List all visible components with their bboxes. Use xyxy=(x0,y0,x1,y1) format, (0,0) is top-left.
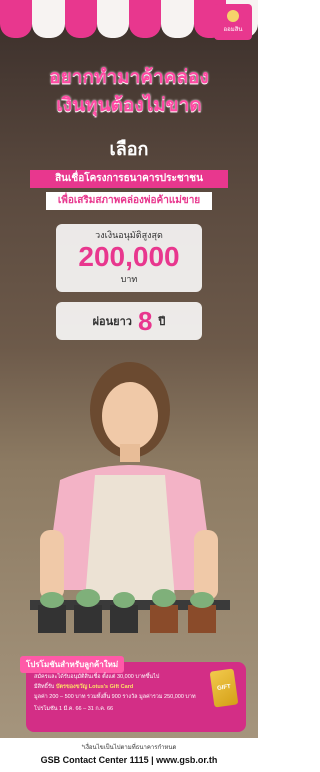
contact-info[interactable]: GSB Contact Center 1115 | www.gsb.or.th xyxy=(0,755,258,765)
footer: *เงื่อนไขเป็นไปตามที่ธนาคารกำหนด GSB Con… xyxy=(0,738,258,772)
term-prefix: ผ่อนยาว xyxy=(92,316,132,328)
promotion-line1: สมัครและได้รับอนุมัติสินเชื่อ ตั้งแต่ 30… xyxy=(34,674,160,680)
promotion-line3: มูลค่า 200 – 500 บาท รวมทั้งสิ้น 900 ราง… xyxy=(34,694,196,700)
awning-stripe xyxy=(161,0,194,38)
promotion-title: โปรโมชันสำหรับลูกค้าใหม่ xyxy=(20,656,125,673)
term-value: 8 xyxy=(137,305,153,336)
headline-line1: อยากทำมาค้าคล่อง xyxy=(49,67,209,88)
promotion-box: โปรโมชันสำหรับลูกค้าใหม่ สมัครและได้รับอ… xyxy=(20,656,246,732)
vendor-woman-photo xyxy=(30,362,230,633)
awning-stripe xyxy=(0,0,33,38)
term-box: ผ่อนยาว 8 ปี xyxy=(56,302,202,340)
promotion-line2: มีสิทธิ์รับ บัตรของขวัญ Lotus's Gift Car… xyxy=(34,684,133,691)
awning-stripe xyxy=(129,0,162,38)
gsb-logo: ออมสิน xyxy=(214,4,252,40)
gift-card-icon: GIFT xyxy=(209,668,239,708)
amount-value: 200,000 xyxy=(78,241,180,272)
awning-stripe xyxy=(64,0,97,38)
gsb-loan-banner[interactable]: ออมสิน อยากทำมาค้าคล่อง เงินทุนต้องไม่ขา… xyxy=(0,0,258,772)
gift-card-text: บัตรของขวัญ Lotus's Gift Card xyxy=(55,684,134,690)
footer-note: *เงื่อนไขเป็นไปตามที่ธนาคารกำหนด xyxy=(81,745,177,751)
promotion-period: โปรโมชัน 1 มี.ค. 66 – 31 ก.ค. 66 xyxy=(34,706,114,712)
awning-stripe xyxy=(96,0,129,38)
amount-unit: บาท xyxy=(120,274,138,284)
max-amount-box: วงเงินอนุมัติสูงสุด 200,000 บาท xyxy=(56,224,202,292)
promotion-line2-prefix: มีสิทธิ์รับ xyxy=(34,684,56,690)
term-suffix: ปี xyxy=(158,316,166,328)
product-tag: สินเชื่อโครงการธนาคารประชาชน xyxy=(30,170,228,188)
headline-line3: เลือก xyxy=(109,139,149,159)
logo-emblem-icon xyxy=(227,10,239,22)
awning-stripe xyxy=(32,0,65,38)
headline-line2: เงินทุนต้องไม่ขาด xyxy=(56,95,202,116)
amount-label: วงเงินอนุมัติสูงสุด xyxy=(95,230,163,240)
logo-text: ออมสิน xyxy=(223,27,243,33)
product-subtag: เพื่อเสริมสภาพคล่องพ่อค้าแม่ขาย xyxy=(46,192,212,210)
